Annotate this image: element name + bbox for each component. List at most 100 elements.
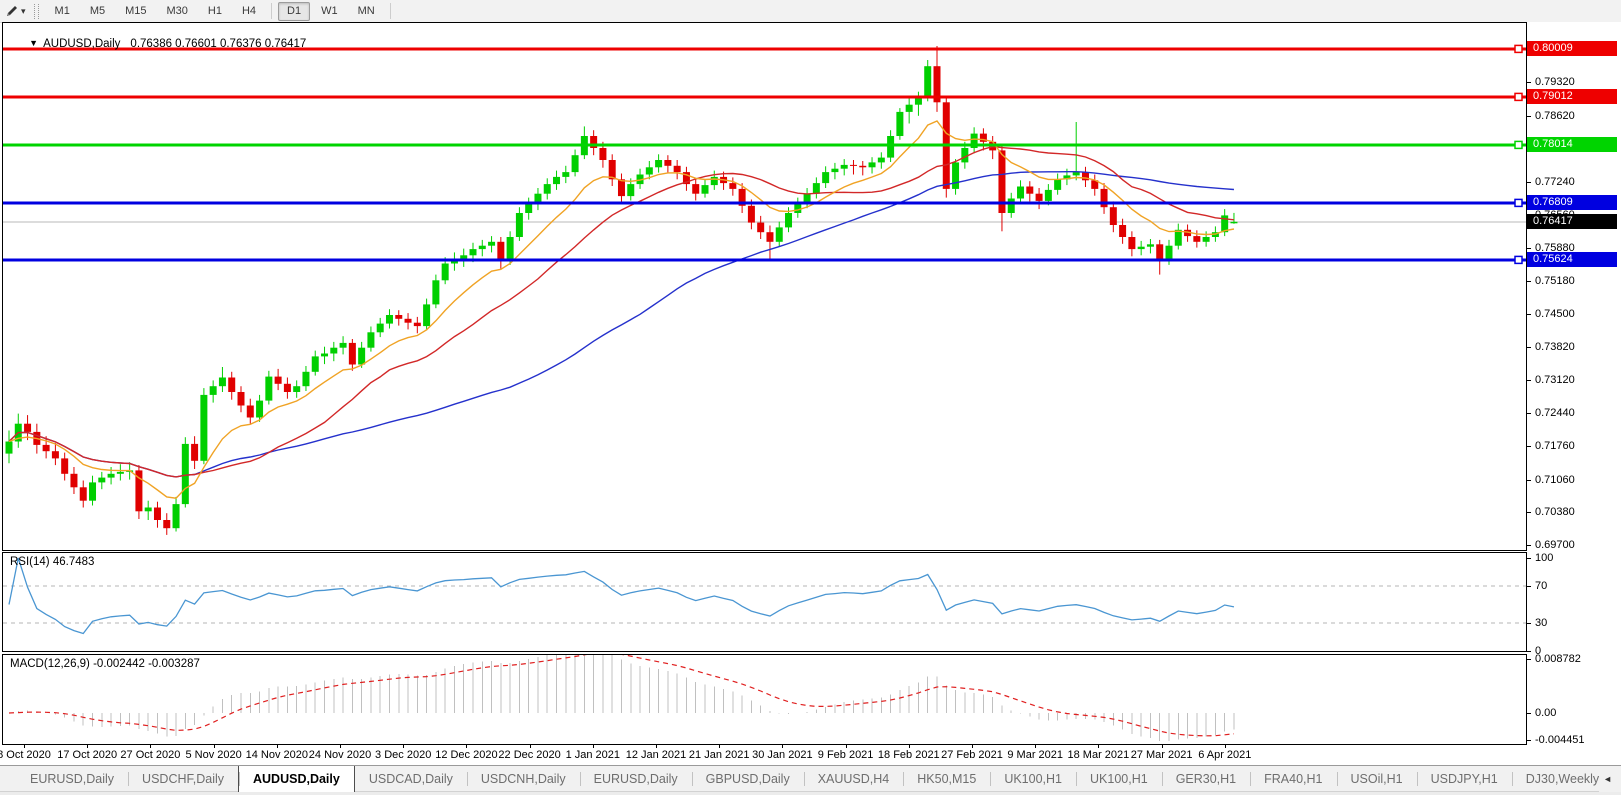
trading-platform-window: { "toolbar": { "timeframes": ["M1","M5",… bbox=[0, 0, 1621, 795]
date-label: 12 Jan 2021 bbox=[626, 749, 687, 761]
date-label: 9 Feb 2021 bbox=[818, 749, 874, 761]
date-axis-tick bbox=[1098, 745, 1099, 748]
date-axis-tick bbox=[466, 745, 467, 748]
date-axis-tick bbox=[214, 745, 215, 748]
price-level-badge: 0.78014 bbox=[1527, 137, 1617, 152]
timeframe-button-h4[interactable]: H4 bbox=[233, 2, 265, 21]
tab-scroll-left-button[interactable]: ◄ bbox=[1603, 774, 1612, 784]
date-label: 27 Oct 2020 bbox=[120, 749, 180, 761]
date-label: 21 Jan 2021 bbox=[689, 749, 750, 761]
date-label: 9 Mar 2021 bbox=[1007, 749, 1063, 761]
main-chart-pane[interactable]: ▼ AUDUSD,Daily 0.76386 0.76601 0.76376 0.7… bbox=[2, 22, 1527, 551]
date-label: 8 Oct 2020 bbox=[0, 749, 51, 761]
price-level-badge: 0.80009 bbox=[1527, 41, 1617, 56]
tab-14-usdjpy-h1[interactable]: USDJPY,H1 bbox=[1417, 766, 1512, 792]
date-label: 14 Nov 2020 bbox=[246, 749, 308, 761]
rsi-pane[interactable]: RSI(14) 46.7483 bbox=[2, 552, 1527, 652]
date-axis-tick bbox=[1035, 745, 1036, 748]
tab-2-audusd-daily[interactable]: AUDUSD,Daily bbox=[238, 765, 355, 792]
price-axis-tick: 0.73120 bbox=[1527, 374, 1575, 387]
rsi-canvas[interactable] bbox=[3, 553, 1526, 651]
rsi-axis-tick: 100 bbox=[1527, 552, 1553, 565]
rsi-axis-tick: 70 bbox=[1527, 580, 1547, 593]
date-label: 17 Oct 2020 bbox=[57, 749, 117, 761]
date-label: 27 Feb 2021 bbox=[941, 749, 1003, 761]
timeframe-button-w1[interactable]: W1 bbox=[312, 2, 347, 21]
macd-values: -0.002442 -0.003287 bbox=[93, 658, 200, 670]
toolbar-separator bbox=[271, 3, 272, 19]
tab-3-usdcad-daily[interactable]: USDCAD,Daily bbox=[355, 766, 467, 792]
price-axis-tick: 0.72440 bbox=[1527, 407, 1575, 420]
tab-5-eurusd-daily[interactable]: EURUSD,Daily bbox=[580, 766, 692, 792]
price-axis[interactable]: 0.793200.786200.779400.772400.765600.758… bbox=[1527, 22, 1621, 551]
timeframe-button-m1[interactable]: M1 bbox=[46, 2, 79, 21]
tab-scroll-controls: ◄► bbox=[1599, 766, 1621, 792]
toolbar: ▾ M1M5M15M30H1H4 D1W1MN bbox=[0, 0, 1621, 23]
timeframe-button-m15[interactable]: M15 bbox=[116, 2, 155, 21]
date-axis-tick bbox=[1225, 745, 1226, 748]
price-axis-tick: 0.69700 bbox=[1527, 539, 1575, 552]
date-axis-tick bbox=[656, 745, 657, 748]
date-axis-tick bbox=[782, 745, 783, 748]
price-level-badge: 0.79012 bbox=[1527, 89, 1617, 104]
timeframe-button-d1[interactable]: D1 bbox=[278, 2, 310, 21]
price-level-badge: 0.76809 bbox=[1527, 195, 1617, 210]
date-axis-tick bbox=[340, 745, 341, 748]
main-chart-canvas[interactable] bbox=[3, 23, 1526, 550]
tab-1-usdchf-daily[interactable]: USDCHF,Daily bbox=[128, 766, 238, 792]
date-label: 12 Dec 2020 bbox=[435, 749, 497, 761]
chart-symbol-label: AUDUSD,Daily bbox=[43, 38, 120, 50]
date-axis-tick bbox=[24, 745, 25, 748]
date-label: 1 Jan 2021 bbox=[566, 749, 620, 761]
chart-tool-icon bbox=[5, 4, 19, 18]
date-label: 30 Jan 2021 bbox=[752, 749, 813, 761]
tab-11-ger30-h1[interactable]: GER30,H1 bbox=[1162, 766, 1250, 792]
tab-7-xauusd-h4[interactable]: XAUUSD,H4 bbox=[804, 766, 904, 792]
timeframe-button-h1[interactable]: H1 bbox=[199, 2, 231, 21]
price-axis-tick: 0.71760 bbox=[1527, 440, 1575, 453]
symbol-dropdown-icon[interactable]: ▼ bbox=[29, 38, 38, 48]
dropdown-caret-icon: ▾ bbox=[21, 6, 26, 17]
rsi-value: 46.7483 bbox=[53, 556, 95, 568]
toolbar-separator bbox=[390, 3, 391, 19]
chart-tools-button[interactable]: ▾ bbox=[5, 4, 26, 18]
date-label: 6 Apr 2021 bbox=[1198, 749, 1251, 761]
tab-15-dj30-weekly[interactable]: DJ30,Weekly bbox=[1512, 766, 1613, 792]
date-axis-tick bbox=[719, 745, 720, 748]
tab-10-uk100-h1[interactable]: UK100,H1 bbox=[1076, 766, 1162, 792]
macd-axis-tick: 0.008782 bbox=[1527, 653, 1581, 666]
macd-scale-axis[interactable]: 0.008782 0.00 -0.004451 bbox=[1527, 654, 1621, 745]
rsi-scale-axis[interactable]: 10070300 bbox=[1527, 552, 1621, 652]
price-axis-tick: 0.78620 bbox=[1527, 110, 1575, 123]
tab-bar: EURUSD,DailyUSDCHF,DailyAUDUSD,DailyUSDC… bbox=[0, 765, 1621, 792]
tab-4-usdcnh-daily[interactable]: USDCNH,Daily bbox=[467, 766, 580, 792]
tab-6-gbpusd-daily[interactable]: GBPUSD,Daily bbox=[692, 766, 804, 792]
tab-8-hk50-m15[interactable]: HK50,M15 bbox=[903, 766, 990, 792]
current-price-badge: 0.76417 bbox=[1527, 214, 1617, 229]
timeframe-button-m5[interactable]: M5 bbox=[81, 2, 114, 21]
date-label: 18 Mar 2021 bbox=[1068, 749, 1130, 761]
date-axis-tick bbox=[403, 745, 404, 748]
date-label: 27 Mar 2021 bbox=[1131, 749, 1193, 761]
timeframe-button-m30[interactable]: M30 bbox=[158, 2, 197, 21]
timeframe-button-group: M1M5M15M30H1H4 D1W1MN bbox=[45, 2, 385, 21]
date-axis-tick bbox=[1162, 745, 1163, 748]
date-axis[interactable]: 8 Oct 2020 17 Oct 202027 Oct 2020 5 Nov 20… bbox=[2, 745, 1527, 765]
tab-13-usoil-h1[interactable]: USOil,H1 bbox=[1337, 766, 1417, 792]
tab-9-uk100-h1[interactable]: UK100,H1 bbox=[990, 766, 1076, 792]
date-axis-tick bbox=[972, 745, 973, 748]
price-axis-tick: 0.77240 bbox=[1527, 176, 1575, 189]
macd-label: MACD(12,26,9) -0.002442 -0.003287 bbox=[10, 658, 200, 670]
macd-axis-tick: -0.004451 bbox=[1527, 734, 1585, 747]
date-label: 5 Nov 2020 bbox=[185, 749, 241, 761]
timeframe-button-mn[interactable]: MN bbox=[349, 2, 384, 21]
tab-0-eurusd-daily[interactable]: EURUSD,Daily bbox=[16, 766, 128, 792]
tab-12-fra40-h1[interactable]: FRA40,H1 bbox=[1250, 766, 1336, 792]
date-axis-tick bbox=[150, 745, 151, 748]
toolbar-grip[interactable] bbox=[34, 4, 39, 19]
macd-canvas[interactable] bbox=[3, 655, 1526, 744]
macd-pane[interactable]: MACD(12,26,9) -0.002442 -0.003287 bbox=[2, 654, 1527, 745]
date-axis-tick bbox=[277, 745, 278, 748]
macd-axis-tick: 0.00 bbox=[1527, 707, 1556, 720]
chart-ohlc-values: 0.76386 0.76601 0.76376 0.76417 bbox=[130, 38, 306, 50]
